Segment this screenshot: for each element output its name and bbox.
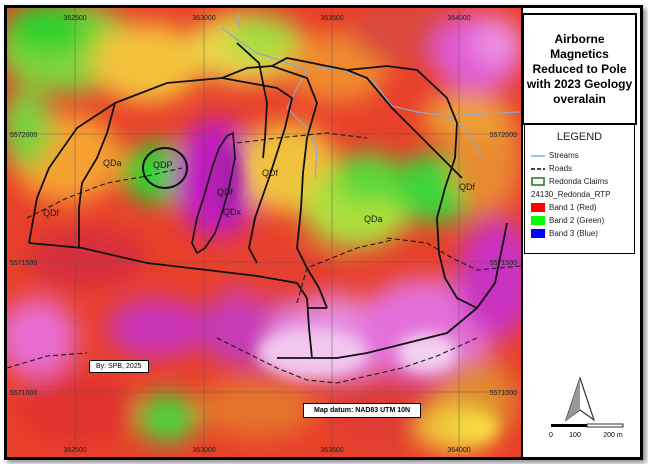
legend-item-roads: Roads xyxy=(525,162,634,175)
map-datum-box: Map datum: NAD83 UTM 10N xyxy=(303,403,422,418)
coord-left: 5572000 xyxy=(10,132,37,139)
scale-tick: 100 xyxy=(569,432,581,439)
coord-bottom: 363000 xyxy=(192,447,215,454)
claim-outline-icon xyxy=(531,177,545,186)
stream-line-icon xyxy=(531,155,545,157)
red-swatch-icon xyxy=(531,203,545,212)
geology-label: QDf xyxy=(459,182,476,192)
geology-label: QDa xyxy=(103,158,122,168)
legend-label: Band 2 (Green) xyxy=(549,216,605,225)
coord-left: 5571000 xyxy=(10,390,37,397)
legend-label: Redonda Claims xyxy=(549,177,609,186)
geology-label: QDf xyxy=(217,187,234,197)
coord-right: 5571500 xyxy=(490,260,517,267)
coord-bottom: 362500 xyxy=(63,447,86,454)
credit-box: By: SPB, 2025 xyxy=(89,360,149,373)
coord-top: 363000 xyxy=(192,15,215,22)
magnetics-map-svg: QDa QDP QDf QDf QDa QDf QDf QDx 362500 3… xyxy=(7,8,521,457)
green-swatch-icon xyxy=(531,216,545,225)
legend-band-red: Band 1 (Red) xyxy=(525,201,634,214)
scale-tick: 200 m xyxy=(603,432,623,439)
coord-left: 5571500 xyxy=(10,260,37,267)
north-arrow-icon xyxy=(564,376,596,422)
coord-top: 362500 xyxy=(63,15,86,22)
legend-label: Band 3 (Blue) xyxy=(549,229,598,238)
legend: LEGEND Streams Roads Redonda Claims 2413… xyxy=(524,124,635,254)
geology-label: QDa xyxy=(364,214,383,224)
geology-label: QDP xyxy=(153,160,173,170)
coord-top: 364000 xyxy=(447,15,470,22)
scale-tick: 0 xyxy=(549,432,553,439)
road-dash-icon xyxy=(531,168,545,170)
legend-band-blue: Band 3 (Blue) xyxy=(525,227,634,240)
coord-right: 5572000 xyxy=(490,132,517,139)
geology-label: QDx xyxy=(223,207,242,217)
legend-label: Roads xyxy=(549,164,573,173)
coord-bottom: 364000 xyxy=(447,447,470,454)
coord-top: 363500 xyxy=(320,15,343,22)
legend-item-streams: Streams xyxy=(525,149,634,162)
coord-bottom: 363500 xyxy=(320,447,343,454)
raster-layer-name: 24130_Redonda_RTP xyxy=(531,190,611,199)
legend-label: Band 1 (Red) xyxy=(549,203,597,212)
geology-label: QDf xyxy=(262,168,279,178)
geology-label: QDf xyxy=(43,208,60,218)
legend-heading: LEGEND xyxy=(556,131,603,143)
blue-swatch-icon xyxy=(531,229,545,238)
legend-band-green: Band 2 (Green) xyxy=(525,214,634,227)
map-canvas[interactable]: QDa QDP QDf QDf QDa QDf QDf QDx 362500 3… xyxy=(7,8,523,457)
legend-item-claims: Redonda Claims xyxy=(525,175,634,188)
legend-label: Streams xyxy=(549,151,579,160)
coord-right: 5571000 xyxy=(490,390,517,397)
map-frame: QDa QDP QDf QDf QDa QDf QDf QDx 362500 3… xyxy=(4,5,643,460)
scale-bar: 0 100 200 m xyxy=(549,423,624,439)
map-title: Airborne Magnetics Reduced to Pole with … xyxy=(522,13,637,125)
